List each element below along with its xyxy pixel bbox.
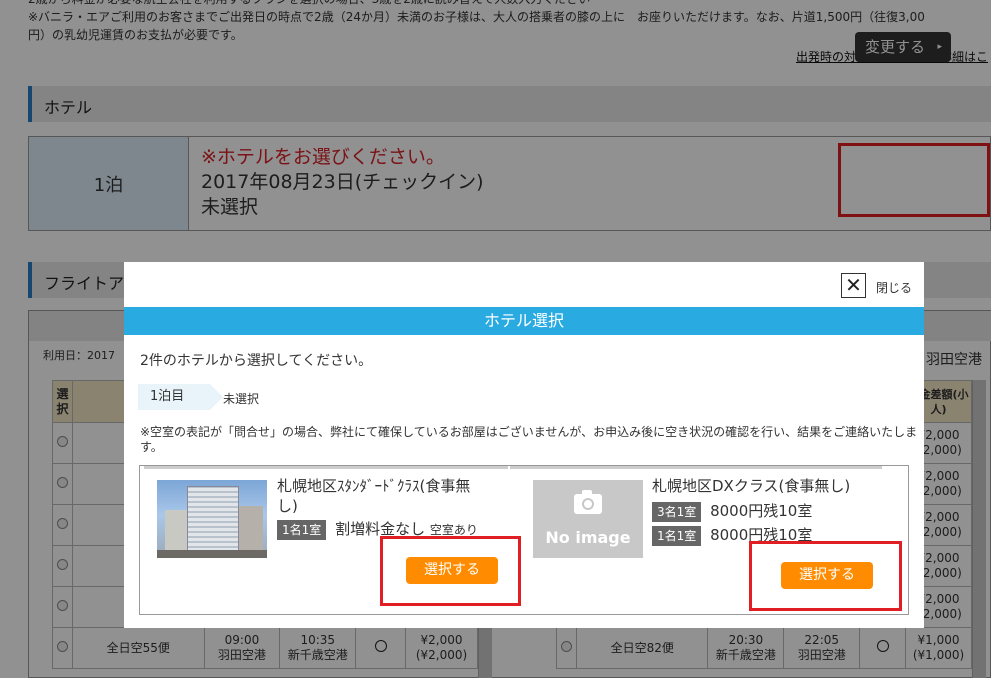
room-type-badge: 1名1室 xyxy=(652,525,702,546)
vacancy-status: 空室あり xyxy=(429,523,478,537)
no-image-placeholder: No image xyxy=(533,480,643,558)
hotel-name: 札幌地区ｽﾀﾝﾀﾞｰﾄﾞｸﾗｽ(食事無 し) xyxy=(277,477,471,515)
close-label[interactable]: 閉じる xyxy=(876,279,912,296)
close-icon[interactable]: ✕ xyxy=(841,273,866,298)
hotel-select-modal: ✕ 閉じる ホテル選択 2件のホテルから選択してください。 1泊目 未選択 ※空… xyxy=(124,262,924,628)
room-availability: 3名1室 8000円残10室 xyxy=(652,500,812,522)
camera-icon xyxy=(574,490,602,514)
room-type-badge: 1名1室 xyxy=(277,519,327,540)
hotel-list: 札幌地区ｽﾀﾝﾀﾞｰﾄﾞｸﾗｽ(食事無 し) 1名1室 割増料金なし 空室あり … xyxy=(139,465,909,615)
modal-title: ホテル選択 xyxy=(124,307,924,335)
hotel-name: 札幌地区DXクラス(食事無し) xyxy=(652,477,851,495)
modal-message: 2件のホテルから選択してください。 xyxy=(140,353,373,369)
vacancy-note: ※空室の表記が「問合せ」の場合、弊社にて確保しているお部屋はございませんが、お申… xyxy=(140,425,918,454)
hotel-photo xyxy=(157,480,267,558)
select-button-highlight xyxy=(380,536,521,606)
room-price-text: 8000円残10室 xyxy=(710,502,813,520)
select-button-highlight xyxy=(749,541,902,611)
room-type-badge: 3名1室 xyxy=(652,501,702,522)
night-step-status: 未選択 xyxy=(223,392,260,406)
night-step-tab: 1泊目 xyxy=(138,384,223,410)
no-image-text: No image xyxy=(545,528,631,547)
